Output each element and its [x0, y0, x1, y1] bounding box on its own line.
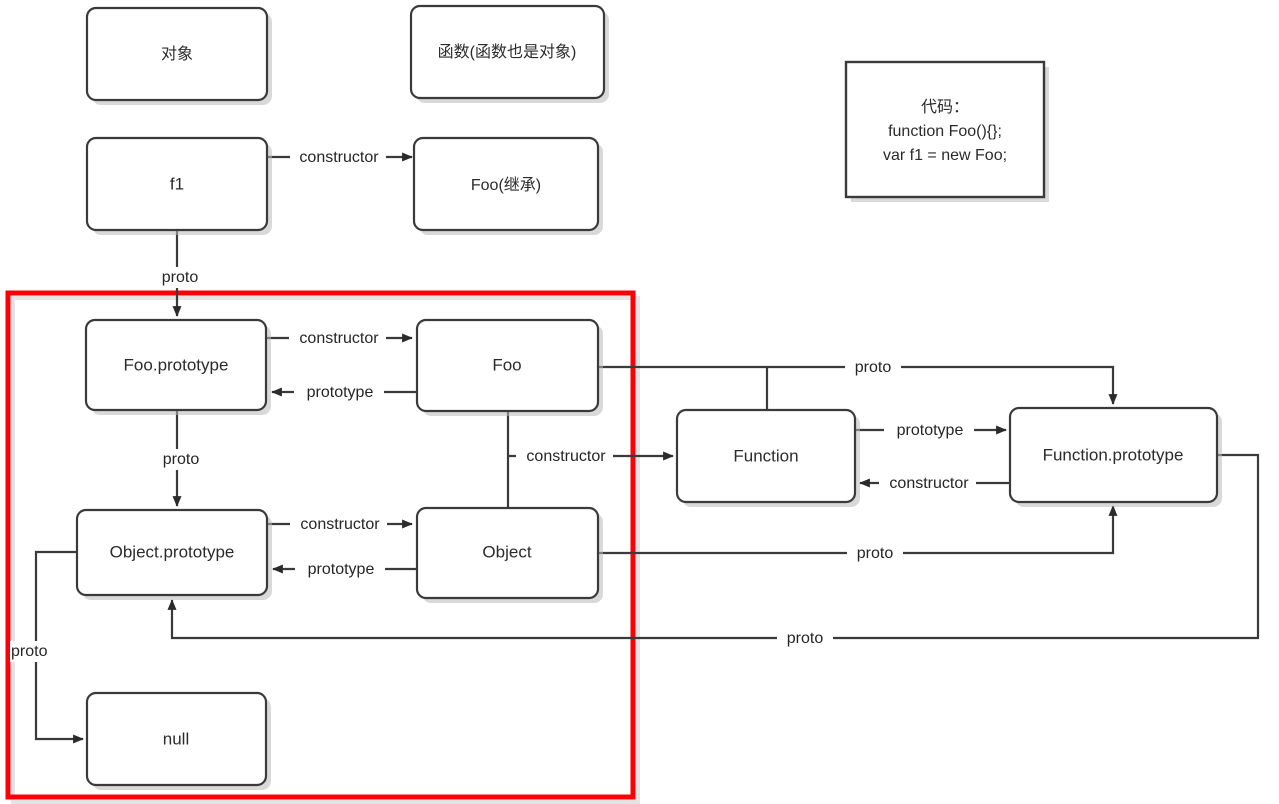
- edge-foo-object-to-function: constructor: [506, 411, 674, 508]
- edge-label-proto: proto: [857, 545, 894, 562]
- node-function[interactable]: Function: [675, 408, 860, 507]
- edge-object-prototype-to-null: proto: [10, 550, 84, 744]
- edge-label-proto: proto: [855, 359, 892, 376]
- edge-function-to-function-prototype: prototype: [855, 420, 1007, 441]
- node-f1[interactable]: f1: [85, 136, 272, 235]
- legend-node-object[interactable]: 对象: [85, 6, 272, 105]
- edge-label-constructor: constructor: [889, 475, 969, 492]
- edge-label-constructor: constructor: [299, 149, 379, 166]
- node-f1-label: f1: [170, 174, 184, 193]
- edge-label-prototype: prototype: [307, 384, 374, 401]
- legend-node-function-label: 函数(函数也是对象): [438, 43, 577, 61]
- node-function-prototype[interactable]: Function.prototype: [1008, 406, 1222, 507]
- edge-object-to-function-prototype: proto: [598, 505, 1118, 564]
- edge-object-prototype-to-object: constructor: [268, 514, 413, 535]
- node-foo[interactable]: Foo: [415, 318, 603, 416]
- legend-node-function[interactable]: 函数(函数也是对象): [409, 4, 609, 103]
- edge-f1-to-foo-inherit: constructor: [267, 147, 413, 168]
- edge-label-proto: proto: [162, 269, 199, 286]
- edge-foo-to-function-prototype: proto: [598, 357, 1118, 410]
- code-line-var-decl: var f1 = new Foo;: [883, 147, 1007, 164]
- node-foo-label: Foo: [492, 355, 521, 374]
- node-object-prototype[interactable]: Object.prototype: [75, 508, 272, 600]
- edge-foo-prototype-to-object-prototype: proto: [152, 411, 208, 507]
- edge-label-constructor: constructor: [526, 448, 606, 465]
- edge-label-prototype: prototype: [308, 561, 375, 578]
- edge-function-prototype-to-function: constructor: [859, 473, 1010, 494]
- node-null[interactable]: null: [85, 691, 271, 790]
- node-object-prototype-label: Object.prototype: [110, 542, 235, 561]
- edge-label-proto: proto: [11, 643, 48, 660]
- node-function-label: Function: [733, 446, 798, 465]
- edge-label-constructor: constructor: [300, 516, 380, 533]
- code-box: 代码： function Foo(){}; var f1 = new Foo;: [844, 60, 1049, 202]
- legend-node-object-label: 对象: [161, 45, 193, 63]
- node-foo-inherit-label: Foo(继承): [471, 176, 541, 194]
- node-function-prototype-label: Function.prototype: [1043, 445, 1184, 464]
- edge-label-prototype: prototype: [897, 422, 964, 439]
- node-null-label: null: [163, 729, 189, 748]
- code-line-function-decl: function Foo(){};: [888, 123, 1002, 140]
- edge-label-proto: proto: [787, 630, 824, 647]
- node-object-label: Object: [482, 542, 531, 561]
- node-object[interactable]: Object: [415, 506, 603, 603]
- node-foo-prototype[interactable]: Foo.prototype: [84, 318, 271, 415]
- edge-foo-prototype-to-foo: constructor: [267, 328, 413, 349]
- edge-object-to-object-prototype: prototype: [272, 559, 417, 580]
- diagram-canvas: constructor proto constructor prototype: [5, 4, 1260, 804]
- node-foo-prototype-label: Foo.prototype: [124, 355, 229, 374]
- code-line-title: 代码：: [921, 98, 969, 116]
- edge-label-constructor: constructor: [299, 330, 379, 347]
- edge-f1-to-foo-prototype: proto: [150, 231, 206, 317]
- edge-label-proto: proto: [163, 451, 200, 468]
- edge-foo-to-foo-prototype: prototype: [271, 382, 417, 403]
- prototype-chain-diagram: constructor proto constructor prototype: [0, 0, 1279, 804]
- node-foo-inherit[interactable]: Foo(继承): [412, 136, 603, 235]
